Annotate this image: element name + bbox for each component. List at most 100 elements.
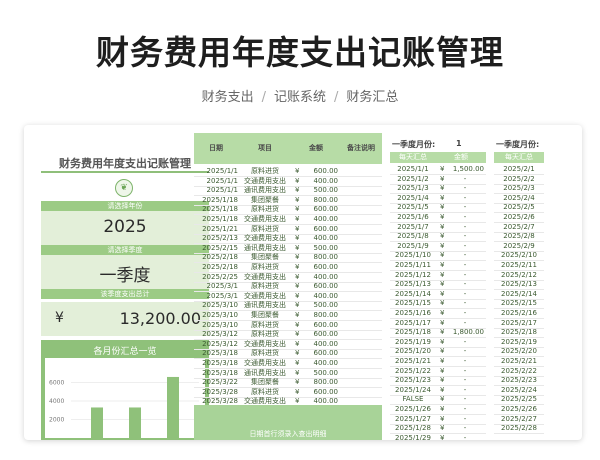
table-row[interactable]: 2025/2/25 xyxy=(494,395,544,406)
table-row[interactable]: 2025/1/9 ¥ - xyxy=(390,242,486,252)
header-date: 日期 xyxy=(209,144,223,152)
table-row[interactable]: 2025/1/23 ¥ - xyxy=(390,376,486,387)
table-row[interactable]: 2025/1/18 原料进货 ¥600.00 xyxy=(194,205,382,216)
table-row[interactable]: 2025/2/3 xyxy=(494,184,544,195)
table-row[interactable]: 2025/2/4 xyxy=(494,194,544,204)
table-row[interactable]: 2025/1/24 ¥ - xyxy=(390,386,486,396)
table-row[interactable]: 2025/2/18 xyxy=(494,328,544,339)
table-row[interactable]: 2025/2/18 集团聚餐 ¥800.00 xyxy=(194,253,382,264)
table-row[interactable]: 2025/2/23 xyxy=(494,376,544,387)
breadcrumb-item-1[interactable]: 记账系统 xyxy=(274,90,326,105)
table-row[interactable]: 2025/2/13 xyxy=(494,280,544,291)
month2-header: 每天汇总 xyxy=(494,152,544,163)
table-row[interactable]: 2025/3/1 原料进货 ¥600.00 xyxy=(194,282,382,293)
table-row[interactable]: 2025/1/17 ¥ - xyxy=(390,319,486,329)
table-row[interactable]: 2025/1/6 ¥ - xyxy=(390,213,486,223)
table-row[interactable]: 2025/1/19 ¥ - xyxy=(390,338,486,348)
breadcrumb-item-0[interactable]: 财务支出 xyxy=(202,90,254,105)
row-currency: ¥ xyxy=(440,309,445,317)
row-date: 2025/1/23 xyxy=(395,376,431,385)
table-row[interactable]: 2025/2/9 xyxy=(494,242,544,252)
table-row[interactable]: 2025/1/8 ¥ - xyxy=(390,232,486,243)
table-row[interactable]: 2025/2/16 xyxy=(494,309,544,319)
table-row[interactable]: 2025/1/11 ¥ - xyxy=(390,261,486,271)
table-row[interactable]: 2025/2/10 xyxy=(494,251,544,262)
table-row[interactable]: 2025/1/16 ¥ - xyxy=(390,309,486,319)
row-date: 2025/2/27 xyxy=(501,414,537,423)
table-row[interactable]: 2025/1/27 ¥ - xyxy=(390,415,486,425)
row-item: 交通费用支出 xyxy=(244,272,286,281)
table-row[interactable]: 2025/3/18 通讯费用支出 ¥500.00 xyxy=(194,369,382,379)
table-row[interactable]: 2025/3/18 原料进货 ¥600.00 xyxy=(194,349,382,360)
table-row[interactable]: 2025/1/26 ¥ - xyxy=(390,405,486,415)
row-item: 原料进货 xyxy=(251,205,279,214)
table-row[interactable]: 2025/3/12 交通费用支出 ¥400.00 xyxy=(194,340,382,350)
chart-plot: 6000 4000 2000 xyxy=(45,358,205,438)
table-row[interactable]: 2025/3/10 原料进货 ¥600.00 xyxy=(194,321,382,331)
table-row[interactable]: 2025/1/28 ¥ - xyxy=(390,424,486,435)
table-row[interactable]: 2025/2/22 xyxy=(494,367,544,377)
table-row[interactable]: 2025/1/14 ¥ - xyxy=(390,290,486,300)
table-row[interactable]: 2025/1/3 ¥ - xyxy=(390,184,486,195)
table-row[interactable]: 2025/2/25 交通费用支出 ¥400.00 xyxy=(194,273,382,283)
table-row[interactable]: 2025/1/21 ¥ - xyxy=(390,357,486,367)
table-row[interactable]: 2025/2/2 xyxy=(494,175,544,185)
table-row[interactable]: 2025/2/15 xyxy=(494,299,544,310)
table-row[interactable]: 2025/1/18 ¥1,800.00 xyxy=(390,328,486,339)
table-row[interactable]: 2025/2/1 xyxy=(494,165,544,175)
table-row[interactable]: 2025/1/10 ¥ - xyxy=(390,251,486,262)
table-row[interactable]: 2025/3/28 原料进货 ¥600.00 xyxy=(194,388,382,398)
row-date: 2025/2/16 xyxy=(501,309,537,317)
table-row[interactable]: 2025/2/21 xyxy=(494,357,544,367)
table-row[interactable]: 2025/1/1 通讯费用支出 ¥500.00 xyxy=(194,186,382,197)
table-row[interactable]: 2025/1/18 交通费用支出 ¥400.00 xyxy=(194,215,382,225)
table-row[interactable]: 2025/1/1 原料进货 ¥600.00 xyxy=(194,167,382,177)
table-row[interactable]: 2025/1/15 ¥ - xyxy=(390,299,486,310)
table-row[interactable]: 2025/3/1 交通费用支出 ¥400.00 xyxy=(194,292,382,302)
table-row[interactable]: 2025/2/17 xyxy=(494,319,544,329)
table-row[interactable]: 2025/2/15 通讯费用支出 ¥500.00 xyxy=(194,244,382,254)
table-row[interactable]: 2025/2/27 xyxy=(494,415,544,425)
table-row[interactable]: 2025/3/12 原料进货 ¥600.00 xyxy=(194,330,382,341)
table-row[interactable]: 2025/2/13 交通费用支出 ¥400.00 xyxy=(194,234,382,245)
table-row[interactable]: FALSE ¥ - xyxy=(390,395,486,406)
table-row[interactable]: 2025/1/7 ¥ - xyxy=(390,223,486,233)
table-row[interactable]: 2025/1/4 ¥ - xyxy=(390,194,486,204)
table-row[interactable]: 2025/2/7 xyxy=(494,223,544,233)
table-row[interactable]: 2025/2/12 xyxy=(494,271,544,281)
table-row[interactable]: 2025/1/22 ¥ - xyxy=(390,367,486,377)
table-row[interactable]: 2025/1/1 交通费用支出 ¥400.00 xyxy=(194,177,382,187)
table-row[interactable]: 2025/2/6 xyxy=(494,213,544,223)
table-row[interactable]: 2025/2/20 xyxy=(494,347,544,358)
table-row[interactable]: 2025/2/28 xyxy=(494,424,544,435)
table-row[interactable]: 2025/2/26 xyxy=(494,405,544,415)
table-row[interactable]: 2025/3/22 集团聚餐 ¥800.00 xyxy=(194,378,382,389)
table-row[interactable]: 2025/3/10 通讯费用支出 ¥500.00 xyxy=(194,301,382,312)
table-row[interactable]: 2025/2/18 原料进货 ¥600.00 xyxy=(194,263,382,273)
table-row[interactable]: 2025/1/13 ¥ - xyxy=(390,280,486,291)
table-row[interactable]: 2025/3/10 集团聚餐 ¥800.00 xyxy=(194,311,382,321)
month1-value[interactable]: 1 xyxy=(456,139,462,148)
row-currency: ¥ xyxy=(440,213,445,221)
table-row[interactable]: 2025/1/18 集团聚餐 ¥800.00 xyxy=(194,196,382,206)
table-row[interactable]: 2025/1/5 ¥ - xyxy=(390,203,486,214)
table-row[interactable]: 2025/1/12 ¥ - xyxy=(390,271,486,281)
table-row[interactable]: 2025/1/2 ¥ - xyxy=(390,175,486,185)
row-amount: 600.00 xyxy=(313,205,339,214)
table-row[interactable]: 2025/2/11 xyxy=(494,261,544,271)
y-tick-label: 4000 xyxy=(49,398,64,405)
breadcrumb-item-2[interactable]: 财务汇总 xyxy=(346,90,398,105)
table-row[interactable]: 2025/1/1 ¥1,500.00 xyxy=(390,165,486,175)
row-amount: 400.00 xyxy=(313,272,339,281)
row-currency: ¥ xyxy=(440,174,445,183)
table-row[interactable]: 2025/2/8 xyxy=(494,232,544,243)
row-amount: - xyxy=(463,174,467,183)
table-row[interactable]: 2025/2/19 xyxy=(494,338,544,348)
table-row[interactable]: 2025/2/14 xyxy=(494,290,544,300)
table-row[interactable]: 2025/2/5 xyxy=(494,203,544,214)
table-row[interactable]: 2025/2/24 xyxy=(494,386,544,396)
table-row[interactable]: 2025/3/18 交通费用支出 ¥400.00 xyxy=(194,359,382,369)
table-row[interactable]: 2025/1/29 ¥ - xyxy=(390,434,486,440)
table-row[interactable]: 2025/1/21 原料进货 ¥600.00 xyxy=(194,225,382,235)
table-row[interactable]: 2025/1/20 ¥ - xyxy=(390,347,486,358)
